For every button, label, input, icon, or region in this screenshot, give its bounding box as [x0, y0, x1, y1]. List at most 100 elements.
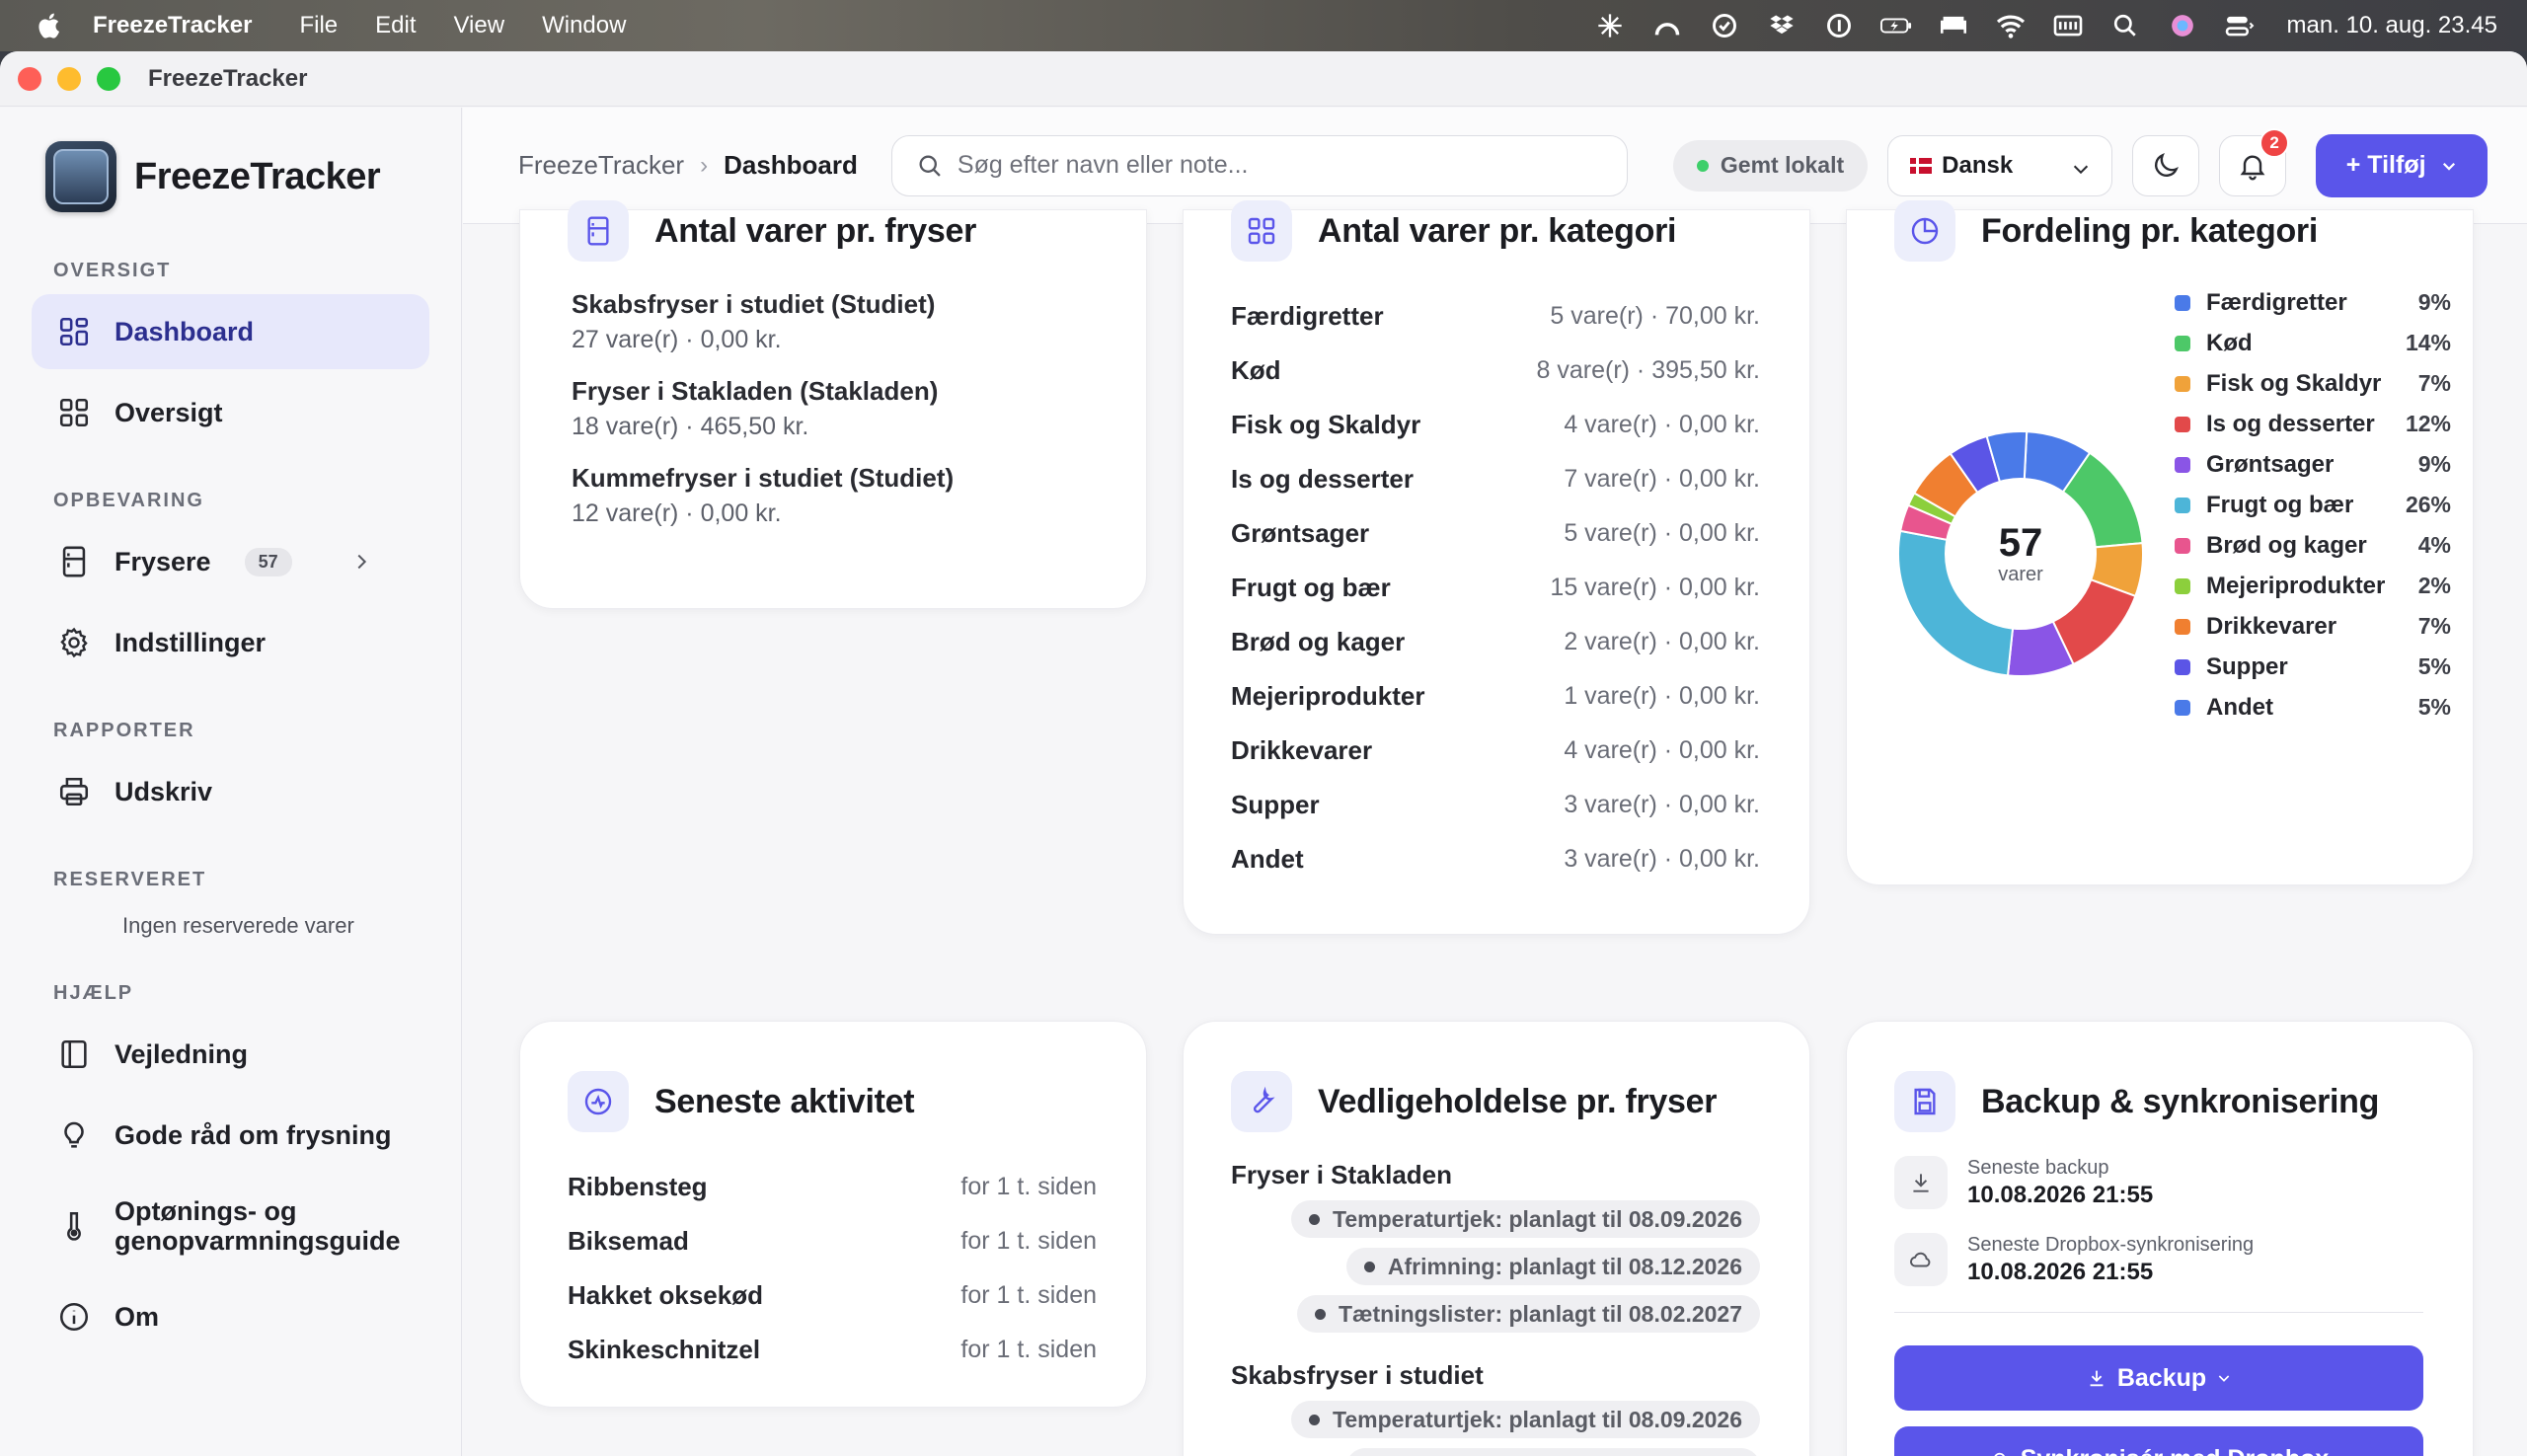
spotlight-search-icon[interactable]	[2109, 12, 2141, 39]
table-row[interactable]: Supper 3 vare(r) · 0,00 kr.	[1231, 778, 1760, 832]
chevron-right-icon[interactable]	[350, 551, 372, 573]
table-row[interactable]: Færdigretter 5 vare(r) · 70,00 kr.	[1231, 289, 1760, 344]
sidebar-item-print[interactable]: Udskriv	[32, 754, 429, 829]
table-row[interactable]: Ribbensteg for 1 t. siden	[568, 1160, 1097, 1214]
wrench-icon	[1231, 1071, 1292, 1132]
activity-item-name: Ribbensteg	[568, 1172, 708, 1201]
maintenance-task-pill[interactable]: Afrimning: planlagt til 08.12.2026	[1345, 1448, 1760, 1456]
freezer-name: Kummefryser i studiet (Studiet)	[572, 463, 955, 493]
activity-item-name: Hakket oksekød	[568, 1280, 763, 1310]
wifi-icon[interactable]	[1995, 12, 2027, 39]
table-row[interactable]: Frugt og bær 15 vare(r) · 0,00 kr.	[1231, 561, 1760, 615]
list-item[interactable]: Fryser i Stakladen (Stakladen) 18 vare(r…	[572, 376, 954, 441]
legend-entry: Brød og kager 4%	[2175, 532, 2451, 559]
sidebar-item-label: Udskriv	[115, 776, 213, 806]
dropbox-sync-button[interactable]: Synkronisér med Dropbox	[1894, 1426, 2423, 1456]
table-row[interactable]: Brød og kager 2 vare(r) · 0,00 kr.	[1231, 615, 1760, 669]
category-name: Fisk og Skaldyr	[1231, 410, 1421, 439]
card-header: Antal varer pr. kategori	[1231, 200, 1676, 262]
danish-flag-icon	[1910, 157, 1933, 174]
legend-label: Grøntsager	[2206, 451, 2335, 478]
sidebar-item-guide[interactable]: Vejledning	[32, 1017, 429, 1092]
list-item[interactable]: Kummefryser i studiet (Studiet) 12 vare(…	[572, 463, 954, 528]
sidebar-item-dashboard[interactable]: Dashboard	[32, 294, 429, 369]
backup-button[interactable]: Backup	[1894, 1345, 2423, 1411]
maintenance-task-pill[interactable]: Tætningslister: planlagt til 08.02.2027	[1296, 1295, 1760, 1333]
table-row[interactable]: Kød 8 vare(r) · 395,50 kr.	[1231, 344, 1760, 398]
apple-icon[interactable]	[36, 11, 65, 40]
table-row[interactable]: Fisk og Skaldyr 4 vare(r) · 0,00 kr.	[1231, 398, 1760, 452]
table-row[interactable]: Is og desserter 7 vare(r) · 0,00 kr.	[1231, 452, 1760, 506]
search-input[interactable]	[957, 151, 1589, 180]
dropbox-icon[interactable]	[1766, 12, 1798, 39]
sidebar-item-label: Frysere	[115, 546, 211, 576]
search-box[interactable]	[890, 134, 1628, 196]
close-window-button[interactable]	[18, 66, 41, 91]
notifications-button[interactable]: 2	[2219, 127, 2290, 196]
legend-entry: Andet 5%	[2175, 694, 2451, 721]
table-row[interactable]: Hakket oksekød for 1 t. siden	[568, 1268, 1097, 1323]
breadcrumb-root[interactable]: FreezeTracker	[518, 150, 684, 181]
sidebar-item-freezers[interactable]: Frysere 57	[32, 524, 429, 599]
card-title: Fordeling pr. kategori	[1981, 211, 2319, 250]
menubar-clock[interactable]: man. 10. aug. 23.45	[2287, 12, 2498, 39]
table-row[interactable]: Drikkevarer 4 vare(r) · 0,00 kr.	[1231, 724, 1760, 778]
memory-icon[interactable]	[2052, 12, 2084, 39]
category-name: Grøntsager	[1231, 518, 1370, 548]
menubar-window[interactable]: Window	[542, 12, 626, 39]
shield-check-icon[interactable]	[1709, 12, 1740, 39]
table-row[interactable]: Grøntsager 5 vare(r) · 0,00 kr.	[1231, 506, 1760, 561]
bed-icon[interactable]	[1938, 12, 1969, 39]
legend-swatch	[2175, 699, 2190, 716]
sidebar-item-settings[interactable]: Indstillinger	[32, 605, 429, 680]
battery-icon[interactable]	[1879, 12, 1912, 39]
menubar-view[interactable]: View	[453, 12, 504, 39]
maintenance-task-pill[interactable]: Afrimning: planlagt til 08.12.2026	[1345, 1248, 1760, 1285]
onepassword-icon[interactable]	[1823, 12, 1855, 39]
sparkle-icon[interactable]	[1594, 12, 1626, 39]
menubar-file[interactable]: File	[299, 12, 338, 39]
card-maintenance: Vedligeholdelse pr. fryser Fryser i Stak…	[1183, 1021, 1810, 1456]
dark-mode-toggle[interactable]	[2132, 134, 2200, 196]
maintenance-task-pill[interactable]: Temperaturtjek: planlagt til 08.09.2026	[1290, 1200, 1760, 1238]
sidebar-item-label: Vejledning	[115, 1038, 249, 1069]
sidebar: FreezeTracker OVERSIGT Dashboard Oversig…	[0, 108, 462, 1456]
maintenance-task-row: Temperaturtjek: planlagt til 08.09.2026	[1231, 1401, 1760, 1438]
list-item[interactable]: Skabsfryser i studiet (Studiet) 27 vare(…	[572, 289, 954, 354]
legend-swatch	[2175, 577, 2190, 594]
control-center-icon[interactable]	[2224, 12, 2256, 39]
sidebar-item-tips[interactable]: Gode råd om frysning	[32, 1098, 429, 1173]
last-dropbox-value: 10.08.2026 21:55	[1967, 1258, 2154, 1285]
language-select[interactable]: Dansk	[1887, 134, 2113, 196]
maintenance-task-row: Temperaturtjek: planlagt til 08.09.2026	[1231, 1200, 1760, 1238]
sidebar-item-overview[interactable]: Oversigt	[32, 375, 429, 450]
zoom-window-button[interactable]	[97, 66, 120, 91]
dropbox-sync-button-label: Synkronisér med Dropbox	[2021, 1445, 2330, 1456]
maintenance-task-pill[interactable]: Temperaturtjek: planlagt til 08.09.2026	[1290, 1401, 1760, 1438]
sidebar-item-label: Dashboard	[115, 316, 255, 346]
category-name: Supper	[1231, 790, 1320, 819]
menubar-app-name[interactable]: FreezeTracker	[93, 12, 252, 39]
sidebar-item-thaw-guide[interactable]: Optønings- og genopvarmningsguide	[32, 1179, 429, 1273]
maintenance-freezer-name: Fryser i Stakladen	[1231, 1160, 1452, 1189]
category-name: Frugt og bær	[1231, 573, 1391, 602]
legend-percent: 7%	[2417, 613, 2451, 639]
legend-label: Færdigretter	[2206, 289, 2347, 316]
table-row[interactable]: Andet 3 vare(r) · 0,00 kr.	[1231, 832, 1760, 886]
category-value: 7 vare(r) · 0,00 kr.	[1564, 465, 1760, 493]
legend-swatch	[2175, 618, 2190, 635]
sidebar-item-label: Om	[115, 1301, 160, 1332]
minimize-window-button[interactable]	[57, 66, 81, 91]
legend-label: Brød og kager	[2206, 532, 2367, 559]
menubar-edit[interactable]: Edit	[375, 12, 416, 39]
table-row[interactable]: Biksemad for 1 t. siden	[568, 1214, 1097, 1268]
arc-icon[interactable]	[1651, 12, 1683, 39]
sidebar-item-label: Oversigt	[115, 397, 223, 427]
table-row[interactable]: Mejeriprodukter 1 vare(r) · 0,00 kr.	[1231, 669, 1760, 724]
table-row[interactable]: Skinkeschnitzel for 1 t. siden	[568, 1323, 1097, 1377]
freezer-name: Skabsfryser i studiet (Studiet)	[572, 289, 936, 319]
add-button[interactable]: + Tilføj	[2316, 133, 2489, 197]
siri-icon[interactable]	[2167, 12, 2198, 39]
download-icon	[1894, 1156, 1948, 1209]
sidebar-item-about[interactable]: Om	[32, 1279, 429, 1354]
